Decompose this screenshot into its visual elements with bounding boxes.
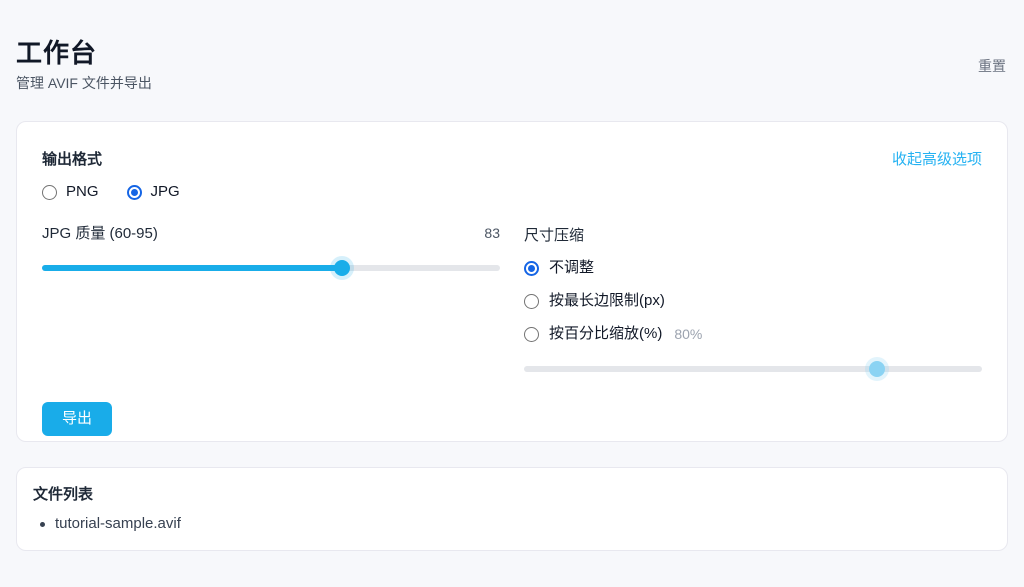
file-list-card: 文件列表 tutorial-sample.avif [16, 467, 1008, 551]
jpg-quality-value: 83 [484, 225, 500, 241]
collapse-advanced-link[interactable]: 收起高级选项 [892, 151, 982, 169]
file-list-item: tutorial-sample.avif [33, 514, 991, 534]
scale-percent-value: 80% [674, 326, 702, 342]
file-list: tutorial-sample.avif [33, 514, 991, 534]
output-format-label: 输出格式 [42, 151, 102, 169]
format-option-png-label: PNG [66, 182, 99, 202]
jpg-quality-label-row: JPG 质量 (60-95) 83 [42, 225, 500, 243]
export-button[interactable]: 导出 [42, 402, 112, 436]
size-option-max-edge-label: 按最长边限制(px) [549, 291, 665, 311]
size-option-percent-label: 按百分比缩放(%) [549, 324, 662, 344]
size-option-none-label: 不调整 [549, 258, 594, 278]
export-settings-card: 输出格式 收起高级选项 PNG JPG JPG 质量 (60-95) 83 [16, 121, 1008, 442]
size-option-none[interactable]: 不调整 [524, 258, 982, 278]
jpg-quality-section: JPG 质量 (60-95) 83 [42, 225, 500, 376]
slider-track[interactable] [524, 366, 982, 372]
page-header: 工作台 管理 AVIF 文件并导出 重置 [16, 38, 1008, 93]
reset-button[interactable]: 重置 [978, 56, 1006, 76]
radio-unchecked-icon[interactable] [524, 327, 539, 342]
header-titles: 工作台 管理 AVIF 文件并导出 [16, 38, 152, 93]
scale-slider-wrap [524, 362, 982, 376]
format-option-png[interactable]: PNG [42, 182, 99, 202]
workbench-page: 工作台 管理 AVIF 文件并导出 重置 输出格式 收起高级选项 PNG JPG [0, 0, 1024, 567]
file-name: tutorial-sample.avif [55, 514, 181, 534]
radio-unchecked-icon[interactable] [42, 185, 57, 200]
bullet-icon [40, 522, 45, 527]
size-compression-label: 尺寸压缩 [524, 227, 982, 245]
file-list-title: 文件列表 [33, 486, 991, 504]
slider-thumb[interactable] [334, 260, 350, 276]
size-option-max-edge[interactable]: 按最长边限制(px) [524, 291, 982, 311]
slider-thumb[interactable] [869, 361, 885, 377]
scale-percent-slider[interactable] [524, 362, 982, 376]
format-header-row: 输出格式 收起高级选项 [42, 151, 982, 169]
format-radio-group: PNG JPG [42, 182, 982, 202]
format-option-jpg[interactable]: JPG [127, 182, 180, 202]
page-subtitle: 管理 AVIF 文件并导出 [16, 73, 152, 93]
slider-fill [42, 265, 342, 271]
size-option-percent[interactable]: 按百分比缩放(%) 80% [524, 324, 982, 344]
radio-unchecked-icon[interactable] [524, 294, 539, 309]
radio-checked-icon[interactable] [127, 185, 142, 200]
format-option-jpg-label: JPG [151, 182, 180, 202]
jpg-quality-label: JPG 质量 (60-95) [42, 225, 158, 243]
jpg-quality-slider[interactable] [42, 261, 500, 275]
settings-grid: JPG 质量 (60-95) 83 尺寸压缩 不调整 按最 [42, 225, 982, 376]
size-compression-section: 尺寸压缩 不调整 按最长边限制(px) 按百分比缩放(%) 80% [524, 225, 982, 376]
page-title: 工作台 [16, 38, 152, 68]
radio-checked-icon[interactable] [524, 261, 539, 276]
